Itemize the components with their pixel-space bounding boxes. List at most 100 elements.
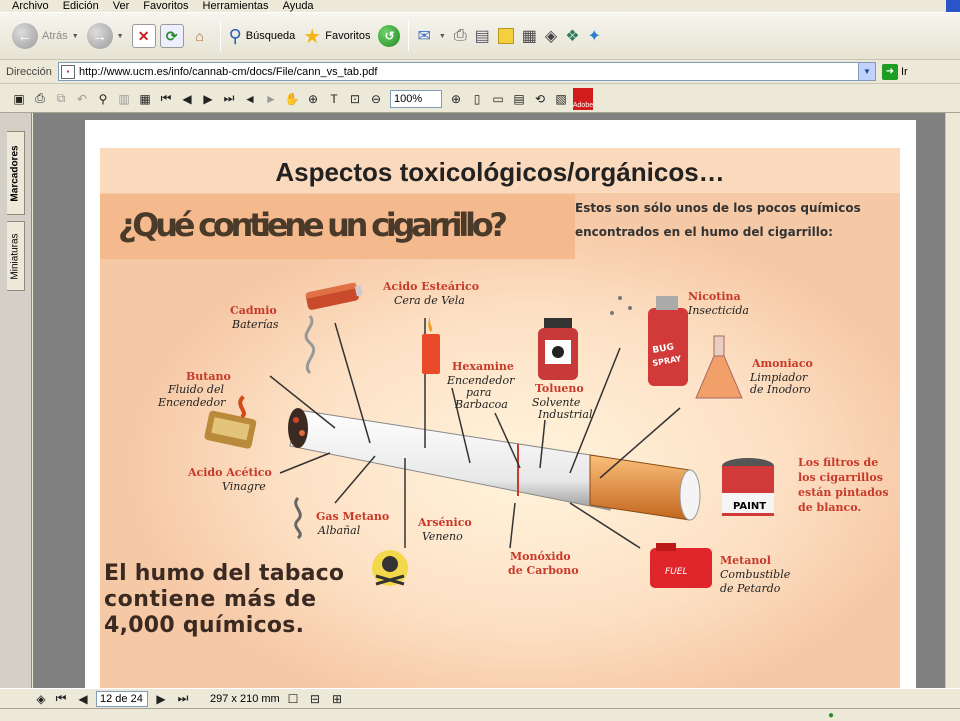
zoom-in-icon[interactable]: ⊕ — [447, 90, 465, 108]
go-label: Ir — [901, 65, 908, 78]
history-icon[interactable]: ↺ — [378, 25, 401, 47]
intro-line-2: encontrados en el humo del cigarrillo: — [575, 225, 833, 239]
page-size: 297 x 210 mm — [210, 692, 280, 705]
poison-bottle-icon — [538, 318, 578, 380]
previous-page-icon[interactable]: ◀ — [178, 90, 196, 108]
pdf-sidebar: Marcadores Miniaturas — [0, 113, 32, 688]
filtros-line-3: están pintados — [798, 486, 889, 499]
adobe-logo[interactable]: Adobe — [573, 87, 593, 110]
menu-archivo[interactable]: Archivo — [12, 0, 49, 12]
ash-tip — [288, 408, 308, 448]
zoom-out-icon[interactable]: ⊖ — [367, 90, 385, 108]
first-page-icon[interactable]: ⏮ — [52, 690, 70, 708]
research-icon[interactable]: ▦ — [522, 26, 537, 46]
page-layout-icon[interactable]: ▥ — [115, 90, 133, 108]
back-view-icon[interactable]: ◄ — [241, 90, 259, 108]
menu-ayuda[interactable]: Ayuda — [283, 0, 314, 12]
continuous-icon[interactable]: ⊟ — [306, 690, 324, 708]
slide-title: Aspectos toxicológicos/orgánicos… — [275, 157, 724, 187]
fuel-label: FUEL — [665, 567, 687, 577]
navigation-pane-icon[interactable]: ▦ — [136, 90, 154, 108]
vertical-scrollbar[interactable] — [945, 113, 960, 688]
go-button[interactable]: ➜ Ir — [882, 63, 908, 80]
next-page-icon[interactable]: ▶ — [152, 690, 170, 708]
fit-width-icon[interactable]: ▤ — [510, 90, 528, 108]
note-icon[interactable] — [497, 28, 514, 44]
label-estearico: Acido Esteárico — [382, 280, 479, 293]
next-page-icon[interactable]: ▶ — [199, 90, 217, 108]
stop-icon[interactable]: ✕ — [131, 24, 156, 48]
chevron-down-icon[interactable]: ▼ — [858, 63, 875, 80]
paint-can-icon: PAINT — [722, 458, 774, 516]
previous-page-icon[interactable]: ◀ — [74, 690, 92, 708]
sub-monoxido: de Carbono — [508, 564, 579, 577]
zoom-tool-icon[interactable]: ⊕ — [304, 90, 322, 108]
network-icon[interactable]: ❖ — [565, 26, 579, 46]
menu-edicion[interactable]: Edición — [63, 0, 99, 12]
save-icon[interactable]: ▣ — [10, 90, 28, 108]
pdf-page-icon: ▪ — [61, 64, 75, 79]
callout-line-3: 4,000 químicos. — [104, 613, 304, 638]
print-icon[interactable]: ⎙ — [31, 90, 49, 108]
mail-icon[interactable]: ✉ — [417, 26, 430, 46]
paint-label: PAINT — [733, 501, 766, 512]
menu-ver[interactable]: Ver — [113, 0, 130, 12]
zoom-input[interactable]: 100% — [390, 89, 442, 108]
menu-herramientas[interactable]: Herramientas — [203, 0, 269, 12]
rotate-icon[interactable]: ⟲ — [531, 90, 549, 108]
label-hexamine: Hexamine — [452, 360, 514, 373]
edit-icon[interactable]: ▤ — [475, 26, 490, 46]
dropdown-icon[interactable]: ▼ — [72, 33, 79, 40]
sub-metanol-1: Combustible — [720, 568, 791, 581]
first-page-icon[interactable]: ⏮ — [157, 90, 175, 108]
pdf-toolbar: ▣ ⎙ ⧉ ↶ ⚲ ▥ ▦ ⏮ ◀ ▶ ⏭ ◄ ► ✋ ⊕ T ⊡ ⊖ 100%… — [0, 85, 960, 113]
status-bar: ● — [0, 708, 960, 721]
filtros-line-4: de blanco. — [798, 501, 861, 514]
forward-view-icon[interactable]: ► — [262, 90, 280, 108]
pdf-navigation-bar: ◈ ⏮ ◀ 12 de 24 ▶ ⏭ 297 x 210 mm ☐ ⊟ ⊞ — [0, 688, 960, 708]
refresh-icon[interactable]: ⟳ — [159, 24, 184, 48]
facing-icon[interactable]: ⊞ — [328, 690, 346, 708]
home-icon[interactable]: ⌂ — [188, 24, 212, 48]
tools-icon[interactable]: ▧ — [552, 90, 570, 108]
copy-icon[interactable]: ⧉ — [52, 90, 70, 108]
actual-size-icon[interactable]: ▯ — [468, 90, 486, 108]
tab-marcadores[interactable]: Marcadores — [7, 131, 25, 215]
filtros-line-2: los cigarrillos — [798, 471, 883, 484]
last-page-icon[interactable]: ⏭ — [174, 690, 192, 708]
snapshot-icon[interactable]: ⊡ — [346, 90, 364, 108]
tab-miniaturas[interactable]: Miniaturas — [7, 221, 25, 291]
users-icon[interactable]: ✦ — [588, 26, 601, 46]
text-select-icon[interactable]: T — [325, 90, 343, 108]
windows-logo-corner — [946, 0, 960, 12]
back-arrow-icon: ← — [12, 23, 38, 49]
toolbar-separator — [219, 21, 221, 51]
hand-tool-icon[interactable]: ✋ — [283, 90, 301, 108]
search-button[interactable]: ⚲ Búsqueda — [225, 19, 300, 53]
page-number-input[interactable]: 12 de 24 — [96, 690, 148, 707]
single-page-icon[interactable]: ☐ — [284, 690, 302, 708]
address-input[interactable]: ▪ http://www.ucm.es/info/cannab-cm/docs/… — [58, 62, 876, 81]
find-icon[interactable]: ⚲ — [94, 90, 112, 108]
dropdown-icon[interactable]: ▼ — [117, 33, 124, 40]
label-metano: Gas Metano — [316, 510, 389, 523]
favorites-button[interactable]: ★ Favoritos — [299, 19, 374, 53]
callout-line-1: El humo del tabaco — [104, 561, 344, 586]
messenger-icon[interactable]: ◈ — [545, 26, 557, 46]
address-url: http://www.ucm.es/info/cannab-cm/docs/Fi… — [79, 65, 378, 78]
print-icon[interactable]: ⎙ — [454, 27, 467, 45]
sub-amoniaco-2: de Inodoro — [750, 383, 811, 396]
options-icon[interactable]: ◈ — [34, 692, 48, 706]
dropdown-icon[interactable]: ▼ — [439, 33, 446, 40]
label-butano: Butano — [186, 370, 231, 383]
last-page-icon[interactable]: ⏭ — [220, 90, 238, 108]
sub-butano-2: Encendedor — [157, 396, 226, 409]
back-button[interactable]: ← Atrás ▼ — [8, 19, 83, 53]
label-metanol: Metanol — [720, 554, 771, 567]
fit-page-icon[interactable]: ▭ — [489, 90, 507, 108]
forward-button[interactable]: → ▼ — [83, 19, 128, 53]
go-arrow-icon: ➜ — [882, 63, 898, 80]
menu-favoritos[interactable]: Favoritos — [143, 0, 188, 12]
label-monoxido: Monóxido — [510, 550, 571, 563]
undo-icon[interactable]: ↶ — [73, 90, 91, 108]
